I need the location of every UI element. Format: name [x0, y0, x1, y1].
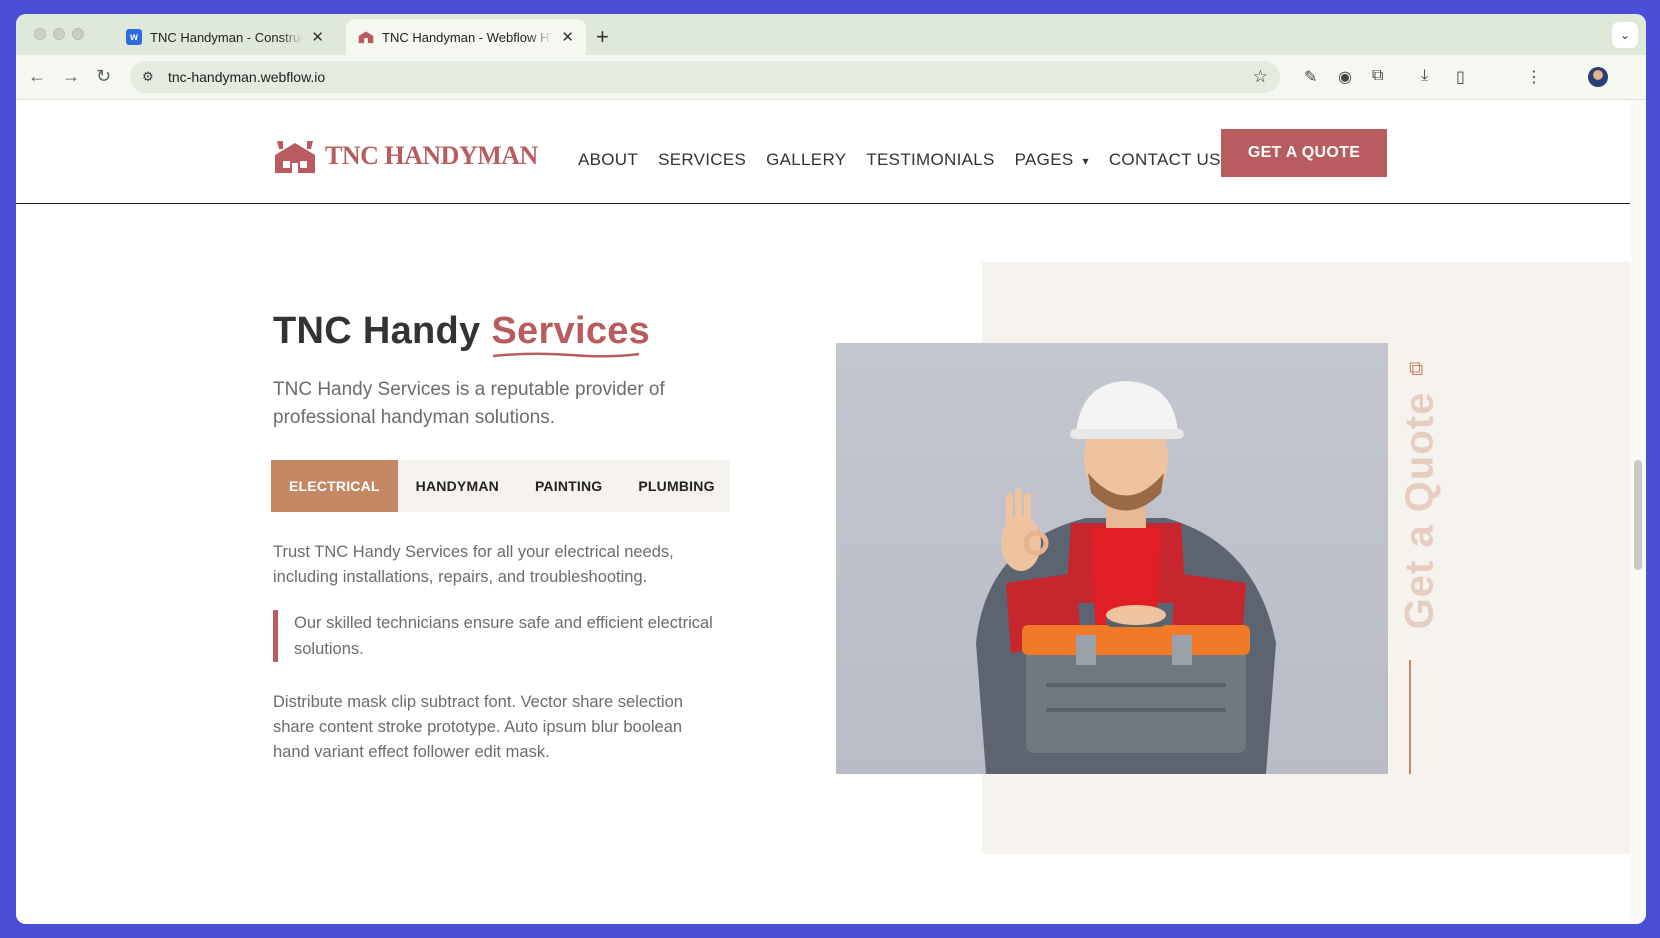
window-minimize-button[interactable]: [53, 28, 65, 40]
chevron-down-icon: ▾: [1082, 154, 1089, 168]
browser-tab-2[interactable]: TNC Handyman - Webflow HT ✕: [346, 19, 586, 55]
house-tools-logo-icon: [275, 141, 315, 173]
get-a-quote-button[interactable]: GET A QUOTE: [1221, 129, 1387, 177]
handyman-photo: [836, 343, 1388, 774]
tab-description: Trust TNC Handy Services for all your el…: [273, 543, 674, 586]
nav-pages-label: PAGES: [1014, 150, 1074, 169]
nav-about[interactable]: ABOUT: [578, 150, 638, 170]
tab-title: TNC Handyman - Constructio: [150, 29, 303, 45]
eyedropper-icon[interactable]: ✎: [1304, 67, 1317, 87]
url-text[interactable]: tnc-handyman.webflow.io: [168, 69, 325, 85]
profile-avatar[interactable]: [1588, 67, 1608, 87]
browser-toolbar: ← → ↻ ⚙ tnc-handyman.webflow.io ☆ ✎ ◉ ⧉ …: [16, 55, 1646, 100]
tab-electrical[interactable]: ELECTRICAL: [271, 460, 398, 512]
section-subtitle: TNC Handy Services is a reputable provid…: [273, 379, 665, 428]
new-tab-icon[interactable]: +: [596, 24, 609, 50]
heading-accent-text: Services: [491, 310, 651, 352]
page-scrollbar[interactable]: [1630, 100, 1646, 924]
forward-icon[interactable]: →: [62, 66, 80, 87]
nav-gallery[interactable]: GALLERY: [766, 150, 846, 170]
page-viewport: TNC HANDYMAN ABOUT SERVICES GALLERY TEST…: [16, 100, 1630, 924]
site-settings-icon[interactable]: ⚙: [142, 69, 158, 85]
window-close-button[interactable]: [34, 28, 46, 40]
close-tab-icon[interactable]: ✕: [561, 28, 574, 46]
tab-title: TNC Handyman - Webflow HT: [382, 29, 554, 45]
browser-window: w TNC Handyman - Constructio ✕ TNC Handy…: [16, 14, 1646, 924]
external-link-icon[interactable]: ⧉: [1409, 358, 1423, 380]
heading-underline-decoration: [493, 352, 640, 358]
window-maximize-button[interactable]: [72, 28, 84, 40]
get-a-quote-side-link[interactable]: ⧉: [1409, 358, 1423, 381]
site-logo[interactable]: TNC HANDYMAN: [273, 137, 538, 175]
tab-search-chevron-icon[interactable]: ⌄: [1612, 22, 1638, 48]
nav-services[interactable]: SERVICES: [658, 150, 746, 170]
grammarly-icon[interactable]: ◉: [1338, 67, 1352, 87]
site-header: TNC HANDYMAN ABOUT SERVICES GALLERY TEST…: [16, 100, 1630, 204]
section-heading: TNC Handy Services: [273, 310, 651, 358]
webflow-icon: w: [126, 29, 142, 45]
tab-handyman[interactable]: HANDYMAN: [398, 460, 517, 512]
main-nav: ABOUT SERVICES GALLERY TESTIMONIALS PAGE…: [578, 150, 1221, 170]
logo-text: TNC HANDYMAN: [325, 141, 538, 170]
tab-blockquote: Our skilled technicians ensure safe and …: [273, 610, 713, 662]
tab-plumbing[interactable]: PLUMBING: [620, 460, 732, 512]
heading-accent: Services: [491, 310, 651, 358]
reload-icon[interactable]: ↻: [96, 66, 111, 87]
tab-painting[interactable]: PAINTING: [517, 460, 620, 512]
vertical-label-text: Get a Quote: [1397, 391, 1442, 629]
get-a-quote-vertical-label[interactable]: Get a Quote: [1394, 380, 1446, 640]
tnc-logo-icon: [358, 29, 374, 45]
browser-tab-1[interactable]: w TNC Handyman - Constructio ✕: [114, 19, 336, 55]
close-tab-icon[interactable]: ✕: [311, 28, 324, 46]
address-bar[interactable]: ⚙ tnc-handyman.webflow.io ☆: [130, 61, 1280, 93]
nav-pages[interactable]: PAGES ▾: [1015, 150, 1089, 170]
vertical-divider-line: [1409, 660, 1411, 774]
nav-testimonials[interactable]: TESTIMONIALS: [866, 150, 994, 170]
nav-contact[interactable]: CONTACT US: [1109, 150, 1221, 170]
tab-extra-text: Distribute mask clip subtract font. Vect…: [273, 693, 683, 761]
service-tabs: ELECTRICAL HANDYMAN PAINTING PLUMBING: [271, 460, 730, 512]
more-menu-icon[interactable]: ⋮: [1526, 67, 1542, 87]
side-panel-icon[interactable]: ▯: [1456, 67, 1465, 87]
heading-prefix: TNC Handy: [273, 310, 481, 352]
extensions-icon[interactable]: ⧉: [1372, 67, 1383, 85]
bookmark-star-icon[interactable]: ☆: [1253, 67, 1268, 87]
scrollbar-thumb[interactable]: [1634, 460, 1642, 570]
download-icon[interactable]: ⤓: [1421, 67, 1428, 85]
tab-strip: w TNC Handyman - Constructio ✕ TNC Handy…: [16, 14, 1646, 55]
back-icon[interactable]: ←: [28, 66, 46, 87]
